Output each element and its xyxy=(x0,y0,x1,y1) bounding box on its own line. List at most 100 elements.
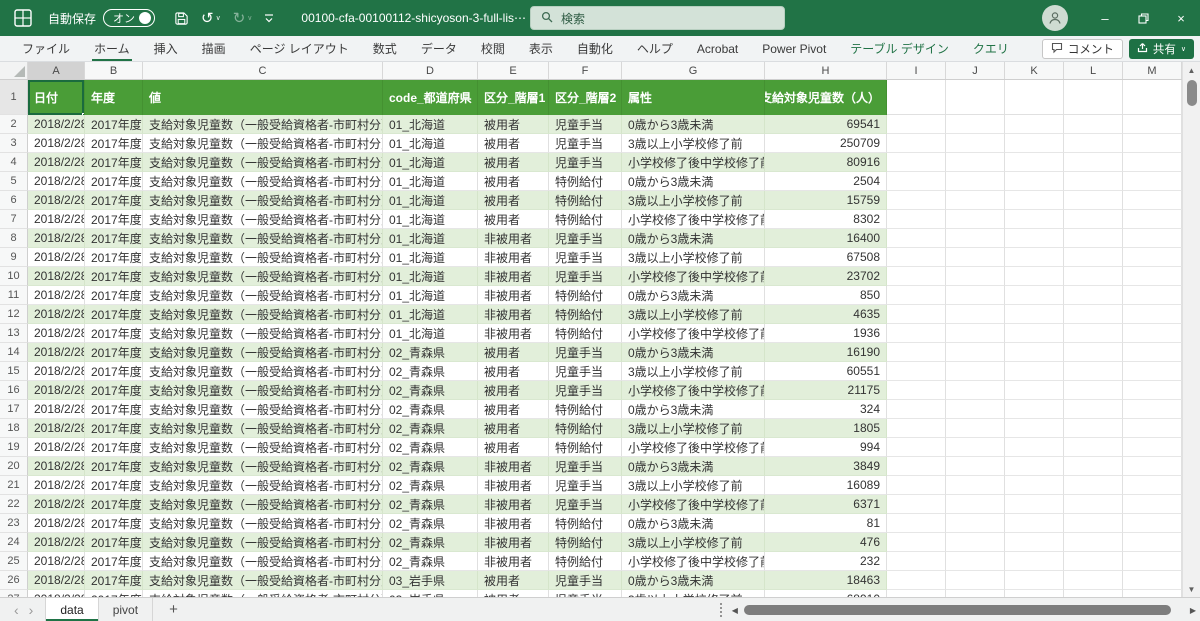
cell[interactable]: 01_北海道 xyxy=(383,172,478,191)
cell[interactable]: 2018/2/28 xyxy=(28,362,85,381)
ribbon-tab-数式[interactable]: 数式 xyxy=(361,36,409,61)
cell[interactable]: 支給対象児童数（一般受給資格者-市町村分） xyxy=(143,153,383,172)
cell[interactable]: 02_青森県 xyxy=(383,476,478,495)
cell[interactable]: 0歳から3歳未満 xyxy=(622,343,765,362)
row-header-6[interactable]: 6 xyxy=(0,191,28,210)
cell[interactable] xyxy=(1123,400,1182,419)
scroll-left-icon[interactable]: ◀ xyxy=(732,606,738,615)
cell[interactable] xyxy=(887,552,946,571)
cell[interactable] xyxy=(887,571,946,590)
cell[interactable] xyxy=(946,134,1005,153)
cell[interactable]: 支給対象児童数（一般受給資格者-市町村分） xyxy=(143,172,383,191)
cell[interactable] xyxy=(1005,191,1064,210)
cell[interactable]: 01_北海道 xyxy=(383,324,478,343)
cell[interactable]: 特例給付 xyxy=(549,305,622,324)
cell[interactable] xyxy=(1123,80,1182,115)
row-header-17[interactable]: 17 xyxy=(0,400,28,419)
ribbon-tab-挿入[interactable]: 挿入 xyxy=(142,36,190,61)
cell[interactable] xyxy=(1005,305,1064,324)
cell[interactable]: 特例給付 xyxy=(549,191,622,210)
cell[interactable]: 02_青森県 xyxy=(383,343,478,362)
cell[interactable]: 2018/2/28 xyxy=(28,495,85,514)
cell[interactable]: 16190 xyxy=(765,343,887,362)
cell[interactable]: 非被用者 xyxy=(478,286,549,305)
cell[interactable]: 小学校修了後中学校修了前 xyxy=(622,210,765,229)
cell[interactable]: 児童手当 xyxy=(549,248,622,267)
row-header-11[interactable]: 11 xyxy=(0,286,28,305)
column-header-M[interactable]: M xyxy=(1123,62,1182,79)
cell[interactable]: 児童手当 xyxy=(549,476,622,495)
cell[interactable]: 2018/2/28 xyxy=(28,286,85,305)
cell[interactable] xyxy=(1064,267,1123,286)
row-header-16[interactable]: 16 xyxy=(0,381,28,400)
cell[interactable] xyxy=(887,229,946,248)
cell[interactable] xyxy=(1005,533,1064,552)
cell[interactable] xyxy=(1064,476,1123,495)
cell[interactable] xyxy=(887,153,946,172)
cell[interactable] xyxy=(1123,153,1182,172)
cell[interactable] xyxy=(1123,571,1182,590)
cell[interactable]: 16089 xyxy=(765,476,887,495)
cell[interactable]: 支給対象児童数（一般受給資格者-市町村分） xyxy=(143,305,383,324)
cell[interactable] xyxy=(887,324,946,343)
column-header-J[interactable]: J xyxy=(946,62,1005,79)
cell[interactable]: 2017年度 xyxy=(85,533,143,552)
cell[interactable] xyxy=(946,191,1005,210)
cell[interactable] xyxy=(1064,115,1123,134)
cell[interactable]: 2017年度 xyxy=(85,552,143,571)
cell[interactable]: 2017年度 xyxy=(85,153,143,172)
cell[interactable] xyxy=(946,400,1005,419)
cell[interactable]: 被用者 xyxy=(478,343,549,362)
cell[interactable] xyxy=(1123,476,1182,495)
cell[interactable]: 4635 xyxy=(765,305,887,324)
cell[interactable] xyxy=(946,210,1005,229)
cell[interactable]: 02_青森県 xyxy=(383,400,478,419)
cell[interactable]: 2018/2/28 xyxy=(28,210,85,229)
cell[interactable]: 02_青森県 xyxy=(383,495,478,514)
cell[interactable]: 特例給付 xyxy=(549,552,622,571)
cell[interactable]: 支給対象児童数（一般受給資格者-市町村分） xyxy=(143,419,383,438)
cell[interactable] xyxy=(1005,210,1064,229)
cell[interactable]: 特例給付 xyxy=(549,172,622,191)
cell[interactable]: 67508 xyxy=(765,248,887,267)
ribbon-tab-自動化[interactable]: 自動化 xyxy=(565,36,625,61)
cell[interactable] xyxy=(1064,381,1123,400)
cell[interactable]: 2017年度 xyxy=(85,172,143,191)
row-header-22[interactable]: 22 xyxy=(0,495,28,514)
cell[interactable] xyxy=(946,438,1005,457)
cell[interactable]: 2017年度 xyxy=(85,115,143,134)
cell[interactable]: 2017年度 xyxy=(85,191,143,210)
cell[interactable] xyxy=(1123,115,1182,134)
cell[interactable]: 0歳から3歳未満 xyxy=(622,229,765,248)
cell[interactable]: 支給対象児童数（一般受給資格者-市町村分） xyxy=(143,571,383,590)
cell[interactable] xyxy=(887,172,946,191)
cell[interactable]: 01_北海道 xyxy=(383,191,478,210)
cell[interactable] xyxy=(1064,153,1123,172)
cell[interactable]: 児童手当 xyxy=(549,381,622,400)
cell[interactable] xyxy=(946,115,1005,134)
cell[interactable]: 2018/2/28 xyxy=(28,115,85,134)
cell[interactable] xyxy=(1123,210,1182,229)
cell[interactable] xyxy=(887,191,946,210)
cell[interactable] xyxy=(946,533,1005,552)
cell[interactable]: 2018/2/28 xyxy=(28,172,85,191)
column-header-I[interactable]: I xyxy=(887,62,946,79)
cell[interactable]: 2017年度 xyxy=(85,134,143,153)
cell[interactable]: 非被用者 xyxy=(478,229,549,248)
column-header-E[interactable]: E xyxy=(478,62,549,79)
cell[interactable] xyxy=(1064,362,1123,381)
cell[interactable]: 02_青森県 xyxy=(383,533,478,552)
cell[interactable] xyxy=(1123,134,1182,153)
cell[interactable] xyxy=(887,400,946,419)
cell[interactable] xyxy=(1123,172,1182,191)
cell[interactable]: 小学校修了後中学校修了前 xyxy=(622,324,765,343)
ribbon-tab-データ[interactable]: データ xyxy=(409,36,469,61)
sheet-tab-data[interactable]: data xyxy=(45,598,99,621)
ribbon-tab-クエリ[interactable]: クエリ xyxy=(961,36,1021,61)
cell[interactable] xyxy=(1005,362,1064,381)
cell[interactable]: 児童手当 xyxy=(549,457,622,476)
cell[interactable] xyxy=(946,172,1005,191)
cell[interactable]: 支給対象児童数（一般受給資格者-市町村分） xyxy=(143,324,383,343)
cell[interactable]: 2018/2/28 xyxy=(28,533,85,552)
table-header-cell[interactable]: 属性 xyxy=(622,80,765,115)
